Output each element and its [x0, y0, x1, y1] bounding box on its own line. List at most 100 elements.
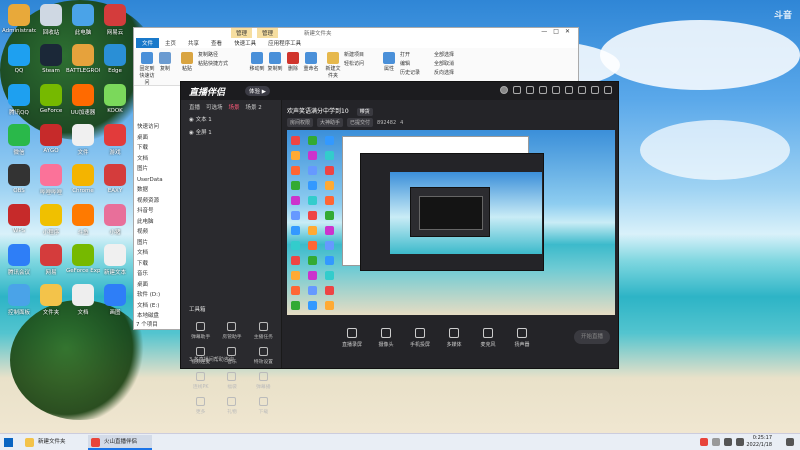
menu-icon[interactable] [565, 86, 573, 94]
scene-tab[interactable]: 可选场 [206, 103, 223, 111]
desktop-icon[interactable]: 回收站 [34, 2, 68, 44]
ribbon-small-button[interactable]: 反向选择 [434, 69, 454, 76]
help-link[interactable]: 3.各直播间帮助咨询 [189, 356, 234, 363]
toolbox-item[interactable]: 礼物 [216, 395, 247, 417]
nav-tree-item[interactable]: 桌面 [134, 280, 164, 291]
desktop-icon[interactable]: WPS [2, 202, 36, 244]
toolbox-item[interactable]: 主播任务 [248, 320, 279, 342]
ribbon-tab[interactable]: 主页 [159, 38, 182, 48]
taskbar-item[interactable]: 新建文件夹 [22, 435, 86, 450]
scene-tab[interactable]: 直播 [189, 103, 200, 111]
stream-control[interactable]: 扬声器 [511, 328, 533, 348]
nav-tree-item[interactable]: 文档 (E:) [134, 301, 164, 312]
ribbon-small-button[interactable]: 全部取消 [434, 60, 454, 67]
desktop-icon[interactable]: 哔哩哔哩 [34, 162, 68, 204]
scene-tab[interactable]: 场景 2 [246, 103, 262, 111]
window-controls[interactable]: —□✕ [541, 28, 576, 35]
desktop-icon[interactable]: 网易云 [98, 2, 132, 44]
nav-tree-item[interactable]: 桌面 [134, 133, 164, 144]
desktop-icon[interactable]: EAXY [98, 162, 132, 204]
scene-tab[interactable]: 场景 [229, 103, 240, 111]
ribbon-tab[interactable]: 共享 [182, 38, 205, 48]
desktop-icon[interactable]: 新建文本 [98, 242, 132, 284]
clock[interactable]: 0:25:17 2022/1/18 [746, 435, 772, 449]
desktop-icon[interactable]: AYGO [34, 122, 68, 164]
desktop-icon[interactable]: Edge [98, 42, 132, 84]
room-info-item[interactable]: 房间权限 [287, 118, 314, 127]
stream-control[interactable]: 多媒体 [443, 328, 465, 348]
nav-tree-item[interactable]: 下载 [134, 259, 164, 270]
ribbon-tab[interactable]: 应用程序工具 [262, 38, 307, 48]
windows-start-icon[interactable] [4, 438, 13, 447]
nav-tree-item[interactable]: 快速访问 [134, 122, 164, 133]
desktop-icon[interactable]: 此电脑 [66, 2, 100, 44]
desktop-icon[interactable]: QQ [2, 42, 36, 84]
nav-tree-item[interactable]: 软件 (D:) [134, 290, 164, 301]
nav-tree-item[interactable]: UserData [134, 175, 164, 186]
ribbon-small-button[interactable]: 编辑 [400, 60, 410, 67]
version-badge[interactable]: 体验 ▶ [245, 86, 270, 96]
ribbon-button[interactable]: 固定到快速访问 [138, 50, 156, 86]
desktop-icon[interactable]: OBS [2, 162, 36, 204]
scene-item[interactable]: ◉ 文本 1 [181, 114, 281, 127]
desktop-icon[interactable]: 小程序 [34, 202, 68, 244]
nav-tree-item[interactable]: 图片 [134, 164, 164, 175]
ribbon-small-button[interactable]: 历史记录 [400, 69, 420, 76]
ribbon-button[interactable]: 重命名 [302, 50, 320, 72]
ribbon-button[interactable]: 属性 [380, 50, 398, 72]
desktop-icon[interactable]: 微信 [2, 122, 36, 164]
toolbox-item[interactable]: 更多 [185, 395, 216, 417]
stream-control[interactable]: 手机投屏 [409, 328, 431, 348]
stream-control[interactable]: 摄像头 [375, 328, 397, 348]
minimize-icon[interactable] [578, 86, 586, 94]
desktop-icon[interactable]: GeForce [34, 82, 68, 124]
desktop-icon[interactable]: 控制面板 [2, 282, 36, 324]
explorer-titlebar[interactable]: 管理 管理 新建文件夹 —□✕ [134, 28, 578, 38]
ribbon-tab[interactable]: 快速工具 [228, 38, 262, 48]
desktop-icon[interactable]: 文件夹 [34, 282, 68, 324]
desktop-icon[interactable]: GeForce Experience [66, 242, 100, 284]
stream-control[interactable]: 麦克风 [477, 328, 499, 348]
ribbon-tab[interactable]: 查看 [205, 38, 228, 48]
stream-preview[interactable] [287, 130, 615, 315]
avatar[interactable] [500, 86, 508, 94]
ribbon-button[interactable]: 删除 [284, 50, 302, 72]
ribbon-small-button[interactable]: 复制路径 [198, 51, 218, 58]
maximize-icon[interactable] [591, 86, 599, 94]
nav-tree-item[interactable]: 下载 [134, 143, 164, 154]
ribbon-button[interactable]: 粘贴 [178, 50, 196, 72]
desktop-icon[interactable]: 网易 [34, 242, 68, 284]
desktop-icon[interactable]: 腾讯会议 [2, 242, 36, 284]
nav-tree-item[interactable]: 图片 [134, 238, 164, 249]
room-info-item[interactable]: 已提交付 [347, 118, 374, 127]
room-tag[interactable]: 带货 [356, 108, 373, 116]
tray-app-icon[interactable] [700, 438, 708, 446]
nav-tree-item[interactable]: 音乐 [134, 269, 164, 280]
toolbox-item[interactable]: 福袋 [216, 370, 247, 392]
volume-icon[interactable] [736, 438, 744, 446]
desktop-icon[interactable]: 游戏 [98, 122, 132, 164]
tray-arrow-icon[interactable] [712, 438, 720, 446]
ribbon-button[interactable]: 复制到 [266, 50, 284, 72]
network-icon[interactable] [724, 438, 732, 446]
close-icon[interactable] [604, 86, 612, 94]
toolbox-item[interactable]: 房管助手 [216, 320, 247, 342]
ribbon-button[interactable]: 复制 [156, 50, 174, 72]
desktop-icon[interactable]: Steam [34, 42, 68, 84]
desktop-icon[interactable]: Chrome [66, 162, 100, 204]
stream-control[interactable]: 直播录屏 [341, 328, 363, 348]
nav-tree-item[interactable]: 数据 [134, 185, 164, 196]
scene-item[interactable]: ◉ 全屏 1 [181, 127, 281, 140]
nav-tree-item[interactable]: 抖音号 [134, 206, 164, 217]
toolbox-item[interactable]: 下载 [248, 395, 279, 417]
skin-icon[interactable] [513, 86, 521, 94]
ribbon-small-button[interactable]: 打开 [400, 51, 410, 58]
settings-icon[interactable] [552, 86, 560, 94]
toolbox-item[interactable]: 弹幕助手 [185, 320, 216, 342]
toolbox-item[interactable]: 连线PK [185, 370, 216, 392]
desktop-icon[interactable]: 腾讯QQ [2, 82, 36, 124]
ribbon-context-tab-2[interactable]: 管理 [257, 28, 279, 38]
taskbar-item[interactable]: 火山直播伴侣 [88, 435, 152, 450]
ribbon-button[interactable]: 新建文件夹 [324, 50, 342, 79]
nav-tree-item[interactable]: 视频 [134, 227, 164, 238]
